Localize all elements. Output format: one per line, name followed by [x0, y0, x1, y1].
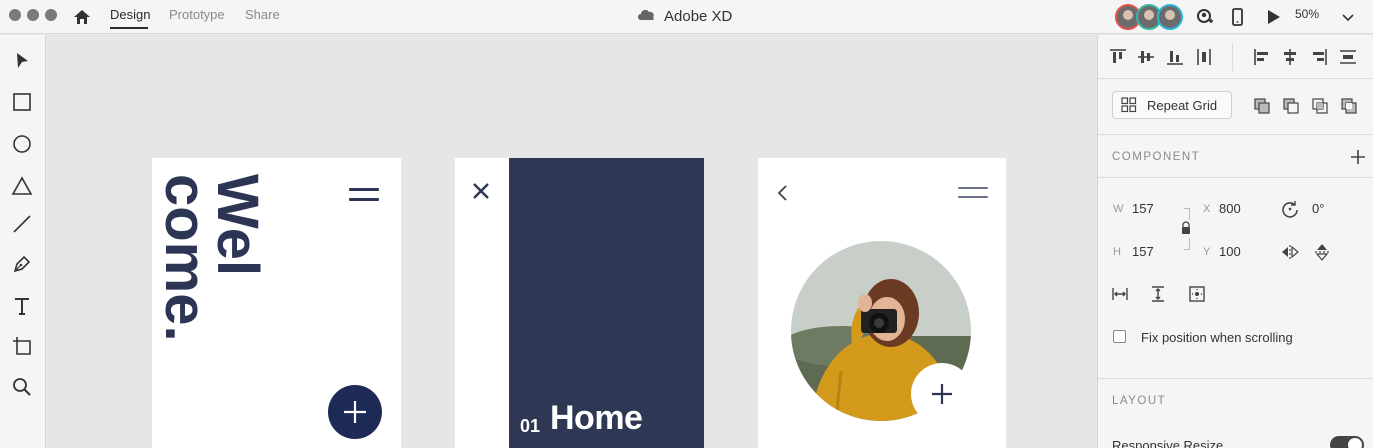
- responsive-resize-label: Responsive Resize: [1112, 438, 1224, 448]
- cloud-icon: [636, 7, 656, 25]
- back-chevron-icon[interactable]: [776, 184, 788, 202]
- x-label: X: [1203, 203, 1211, 215]
- design-canvas[interactable]: Wel come. 01 Home: [46, 35, 1097, 448]
- navigation-panel: 01 Home: [509, 158, 704, 448]
- hamburger-menu-icon[interactable]: [349, 188, 379, 202]
- welcome-heading: Wel come.: [162, 174, 262, 342]
- width-field[interactable]: 157: [1132, 201, 1154, 216]
- fit-content-icon[interactable]: [1187, 284, 1207, 304]
- component-heading: COMPONENT: [1112, 151, 1201, 163]
- fix-position-label: Fix position when scrolling: [1141, 330, 1293, 345]
- document-name: Adobe XD: [664, 7, 733, 25]
- repeat-grid-icon: [1121, 97, 1137, 113]
- layout-heading: LAYOUT: [1112, 395, 1167, 407]
- ellipse-tool-icon[interactable]: [11, 133, 33, 155]
- distribute-horizontal-icon[interactable]: [1194, 47, 1214, 67]
- zoom-window-button[interactable]: [45, 9, 57, 21]
- tab-design[interactable]: Design: [110, 7, 150, 22]
- collaborator-avatar[interactable]: [1157, 4, 1183, 30]
- chevron-down-icon[interactable]: [1337, 6, 1359, 28]
- repeat-grid-label: Repeat Grid: [1147, 97, 1218, 113]
- boolean-add-icon[interactable]: [1252, 96, 1272, 116]
- align-center-icon[interactable]: [1280, 47, 1300, 67]
- close-window-button[interactable]: [9, 9, 21, 21]
- lock-aspect-icon[interactable]: [1180, 221, 1192, 235]
- responsive-resize-toggle[interactable]: [1330, 436, 1364, 448]
- tab-prototype[interactable]: Prototype: [169, 7, 225, 22]
- lock-bracket: [1184, 208, 1190, 220]
- align-left-icon[interactable]: [1252, 47, 1272, 67]
- menu-item-number: 01: [520, 416, 541, 436]
- fix-position-checkbox[interactable]: [1113, 330, 1126, 343]
- height-label: H: [1113, 246, 1121, 258]
- artboard-menu[interactable]: 01 Home: [455, 158, 704, 448]
- x-field[interactable]: 800: [1219, 201, 1241, 216]
- artboard-tool-icon[interactable]: [11, 335, 33, 357]
- adobe-xd-window: Design Prototype Share Adobe XD 50% Wel …: [0, 0, 1373, 448]
- tab-share[interactable]: Share: [245, 7, 280, 22]
- active-tab-indicator: [110, 27, 148, 29]
- welcome-heading-line2: come.: [162, 174, 218, 342]
- hamburger-menu-icon[interactable]: [958, 187, 988, 201]
- boolean-subtract-icon[interactable]: [1281, 96, 1301, 116]
- boolean-intersect-icon[interactable]: [1310, 96, 1330, 116]
- title-bar: Design Prototype Share Adobe XD 50%: [0, 0, 1373, 34]
- stretch-vertical-icon[interactable]: [1148, 284, 1168, 304]
- align-right-icon[interactable]: [1309, 47, 1329, 67]
- zoom-tool-icon[interactable]: [11, 376, 33, 398]
- select-tool-icon[interactable]: [11, 50, 33, 72]
- align-section: [1098, 35, 1373, 79]
- zoom-level[interactable]: 50%: [1295, 7, 1319, 21]
- align-middle-icon[interactable]: [1136, 47, 1156, 67]
- add-button[interactable]: [328, 385, 382, 439]
- tool-bar: [0, 35, 46, 448]
- document-title: Adobe XD: [636, 6, 732, 26]
- plus-icon: [932, 384, 952, 404]
- device-preview-icon[interactable]: [1226, 6, 1248, 28]
- y-label: Y: [1203, 246, 1211, 258]
- close-icon[interactable]: [472, 182, 490, 200]
- distribute-vertical-icon[interactable]: [1338, 47, 1358, 67]
- line-tool-icon[interactable]: [11, 213, 33, 235]
- artboard-welcome[interactable]: Wel come.: [152, 158, 401, 448]
- boolean-exclude-icon[interactable]: [1339, 96, 1359, 116]
- layout-section: LAYOUT Responsive Resize: [1098, 379, 1373, 448]
- profile-name-partial: [836, 434, 926, 448]
- transform-section: W 157 X 800 0° H 157 Y 100 Fix position …: [1098, 178, 1373, 379]
- repeat-grid-button[interactable]: Repeat Grid: [1112, 91, 1232, 119]
- add-photo-button[interactable]: [911, 363, 973, 425]
- rotate-icon: [1280, 199, 1300, 219]
- width-label: W: [1113, 203, 1124, 215]
- share-user-icon[interactable]: [1194, 6, 1216, 28]
- align-top-icon[interactable]: [1108, 47, 1128, 67]
- add-component-icon[interactable]: [1348, 147, 1368, 167]
- rectangle-tool-icon[interactable]: [11, 91, 33, 113]
- stretch-horizontal-icon[interactable]: [1110, 284, 1130, 304]
- menu-item-home[interactable]: Home: [550, 399, 643, 438]
- flip-horizontal-icon[interactable]: [1280, 242, 1300, 262]
- plus-icon: [344, 401, 366, 423]
- repeat-grid-section: Repeat Grid: [1098, 79, 1373, 135]
- artboard-profile[interactable]: [758, 158, 1006, 448]
- flip-vertical-icon[interactable]: [1312, 242, 1332, 262]
- lock-bracket: [1184, 238, 1190, 250]
- rotation-field[interactable]: 0°: [1312, 201, 1324, 216]
- pen-tool-icon[interactable]: [11, 253, 33, 275]
- play-preview-icon[interactable]: [1262, 6, 1284, 28]
- text-tool-icon[interactable]: [11, 295, 33, 317]
- divider: [1232, 43, 1233, 71]
- height-field[interactable]: 157: [1132, 244, 1154, 259]
- polygon-tool-icon[interactable]: [11, 175, 33, 197]
- y-field[interactable]: 100: [1219, 244, 1241, 259]
- minimize-window-button[interactable]: [27, 9, 39, 21]
- align-bottom-icon[interactable]: [1165, 47, 1185, 67]
- home-icon[interactable]: [70, 6, 94, 28]
- property-inspector: Repeat Grid COMPONENT W 157 X 800 0° H 1…: [1097, 35, 1373, 448]
- component-section: COMPONENT: [1098, 135, 1373, 178]
